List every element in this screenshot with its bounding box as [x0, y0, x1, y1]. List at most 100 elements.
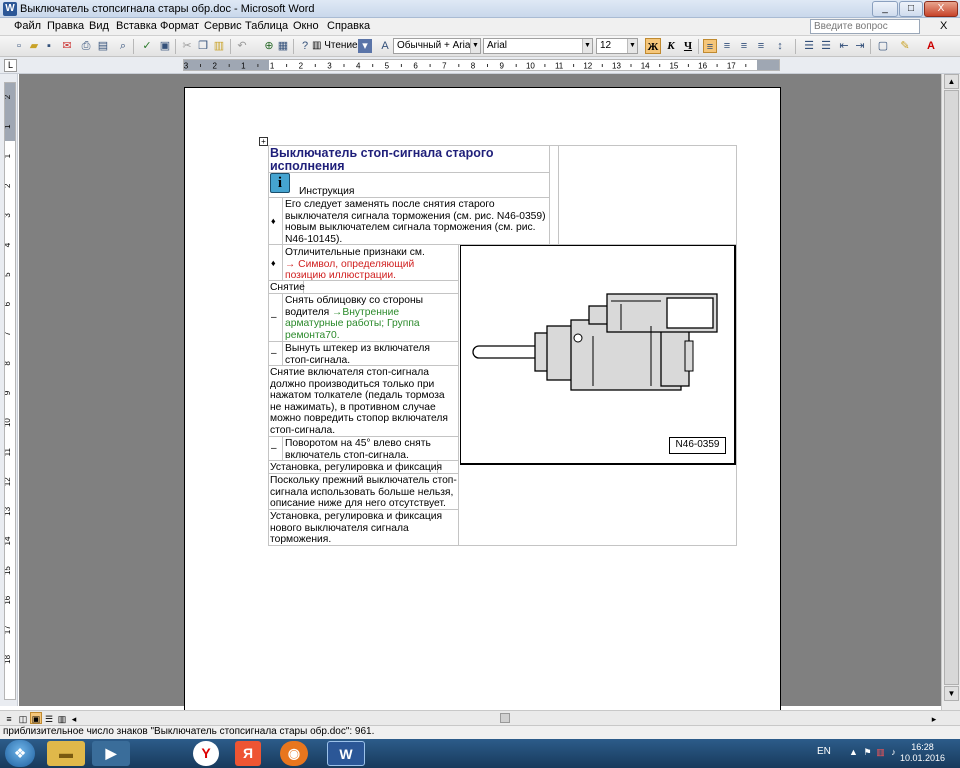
- cut-icon[interactable]: ✂: [180, 39, 194, 53]
- vruler-tick-label: 12: [5, 477, 12, 486]
- help-icon[interactable]: ?: [298, 39, 312, 53]
- horizontal-ruler[interactable]: 3 2 1 1 2 3 4 5 6 7 8 9 10 11 12 13 14 15 16 17: [183, 59, 780, 71]
- media-player-icon[interactable]: ▶: [92, 741, 130, 766]
- menu-file[interactable]: Файл: [14, 20, 41, 32]
- permission-icon[interactable]: ✉: [60, 39, 74, 53]
- yandex-browser-icon[interactable]: Y: [193, 741, 219, 766]
- line-spacing-icon[interactable]: ↕: [773, 39, 787, 53]
- scroll-right-icon[interactable]: ▸: [928, 712, 940, 724]
- print-layout-icon[interactable]: ▣: [30, 712, 42, 724]
- action-center-icon[interactable]: ⚑: [862, 747, 873, 758]
- style-select[interactable]: Обычный + Arial, ▼: [393, 38, 481, 54]
- bullets-icon[interactable]: ☰: [819, 39, 833, 53]
- close-document-button[interactable]: X: [940, 20, 947, 32]
- ruler-tick-label: 3: [184, 62, 189, 71]
- horizontal-scroll-thumb[interactable]: [500, 713, 510, 723]
- ruler-tick-label: 1: [241, 62, 246, 71]
- menu-edit[interactable]: Правка: [47, 20, 84, 32]
- menu-view[interactable]: Вид: [89, 20, 109, 32]
- align-center-icon[interactable]: ≡: [720, 39, 734, 53]
- justify-icon[interactable]: ≡: [754, 39, 768, 53]
- hyperlink-icon[interactable]: ⊕: [262, 39, 276, 53]
- reading-view-icon[interactable]: ▥: [56, 712, 68, 724]
- scroll-up-icon[interactable]: ▲: [944, 74, 959, 89]
- font-color-icon[interactable]: A: [924, 39, 938, 53]
- web-view-icon[interactable]: ◫: [17, 712, 29, 724]
- styles-pane-icon[interactable]: A: [378, 39, 392, 53]
- scroll-thumb[interactable]: [944, 90, 959, 685]
- menu-table[interactable]: Таблица: [245, 20, 288, 32]
- scroll-left-icon[interactable]: ◂: [68, 712, 80, 724]
- menu-insert[interactable]: Вставка: [116, 20, 157, 32]
- ruler-tick: [487, 64, 488, 67]
- clock[interactable]: 16:28 10.01.2016: [900, 742, 945, 764]
- align-left-icon[interactable]: ≡: [703, 39, 717, 53]
- open-folder-icon[interactable]: ▰: [27, 39, 41, 53]
- font-select[interactable]: Arial ▼: [483, 38, 593, 54]
- bold-button[interactable]: Ж: [645, 38, 661, 54]
- borders-icon[interactable]: ▢: [876, 39, 890, 53]
- language-indicator[interactable]: EN: [817, 746, 831, 757]
- underline-button[interactable]: Ч: [680, 38, 696, 54]
- paste-icon[interactable]: ▥: [212, 39, 226, 53]
- menu-window[interactable]: Окно: [293, 20, 319, 32]
- spelling-icon[interactable]: ✓: [140, 39, 154, 53]
- normal-view-icon[interactable]: ≡: [3, 712, 15, 724]
- save-icon[interactable]: ▪: [42, 39, 56, 53]
- new-document-icon[interactable]: ▫: [12, 39, 26, 53]
- minimize-button[interactable]: _: [872, 1, 898, 17]
- maximize-button[interactable]: □: [899, 1, 923, 17]
- highlight-icon[interactable]: ✎: [898, 39, 912, 53]
- ask-question-input[interactable]: Введите вопрос: [810, 19, 920, 34]
- align-right-icon[interactable]: ≡: [737, 39, 751, 53]
- windows-start-icon[interactable]: ❖: [5, 740, 35, 767]
- ruler-tick: [458, 64, 460, 67]
- yandex-icon[interactable]: Я: [235, 741, 261, 766]
- copy-icon[interactable]: ❐: [196, 39, 210, 53]
- volume-icon[interactable]: ♪: [888, 747, 899, 758]
- undo-icon[interactable]: ↶: [235, 39, 249, 53]
- scroll-down-icon[interactable]: ▼: [944, 686, 959, 701]
- outline-view-icon[interactable]: ☰: [43, 712, 55, 724]
- print-icon[interactable]: ⎙: [79, 39, 93, 53]
- font-size-select[interactable]: 12 ▼: [596, 38, 638, 54]
- ruler-tick-label: 8: [471, 62, 476, 71]
- vruler-tick-label: 10: [5, 418, 12, 427]
- research-icon[interactable]: ⌕: [116, 39, 130, 53]
- ruler-tick-label: 4: [356, 62, 361, 71]
- vertical-ruler[interactable]: 21123456789101112131415161718: [4, 82, 16, 700]
- firefox-icon[interactable]: ◉: [280, 741, 308, 766]
- menu-help[interactable]: Справка: [327, 20, 370, 32]
- ruler-tick: [200, 64, 201, 67]
- vruler-tick-label: 8: [5, 361, 12, 366]
- vertical-scrollbar[interactable]: ▲ ▼: [941, 74, 960, 710]
- table-move-handle-icon[interactable]: +: [259, 137, 268, 146]
- tray-arrow-icon[interactable]: ▲: [848, 747, 859, 758]
- tables-borders-icon[interactable]: ▦: [276, 39, 290, 53]
- decrease-indent-icon[interactable]: ⇤: [837, 39, 851, 53]
- vruler-tick-label: 17: [5, 625, 12, 634]
- research-book-icon[interactable]: ▣: [158, 39, 172, 53]
- word-app-icon[interactable]: W: [3, 2, 17, 16]
- reading-mode-button[interactable]: ▥ Чтение: [312, 40, 358, 51]
- position-symbol-link[interactable]: → Символ, определяющий позицию иллюстрац…: [285, 259, 414, 282]
- toolbar-options-icon[interactable]: ▾: [358, 39, 372, 53]
- word-taskbar-icon[interactable]: W: [327, 741, 365, 766]
- increase-indent-icon[interactable]: ⇥: [853, 39, 867, 53]
- tab-stop-selector[interactable]: L: [4, 59, 17, 72]
- numbering-icon[interactable]: ☰: [802, 39, 816, 53]
- font-value: Arial: [487, 40, 508, 51]
- info-label: Инструкция: [299, 186, 355, 197]
- replacement-note: Его следует заменять после снятия старог…: [285, 199, 546, 245]
- vruler-tick-label: 5: [5, 272, 12, 277]
- step-dash: –: [271, 443, 277, 454]
- ruler-tick: [544, 64, 546, 67]
- network-icon[interactable]: ▥: [875, 747, 886, 758]
- menu-format[interactable]: Формат: [160, 20, 199, 32]
- print-preview-icon[interactable]: ▤: [96, 39, 110, 53]
- italic-button[interactable]: К: [663, 38, 679, 54]
- menu-tools[interactable]: Сервис: [204, 20, 242, 32]
- status-text: приблизительное число знаков "Выключател…: [3, 726, 375, 737]
- close-window-button[interactable]: X: [924, 1, 958, 17]
- explorer-icon[interactable]: ▬: [47, 741, 85, 766]
